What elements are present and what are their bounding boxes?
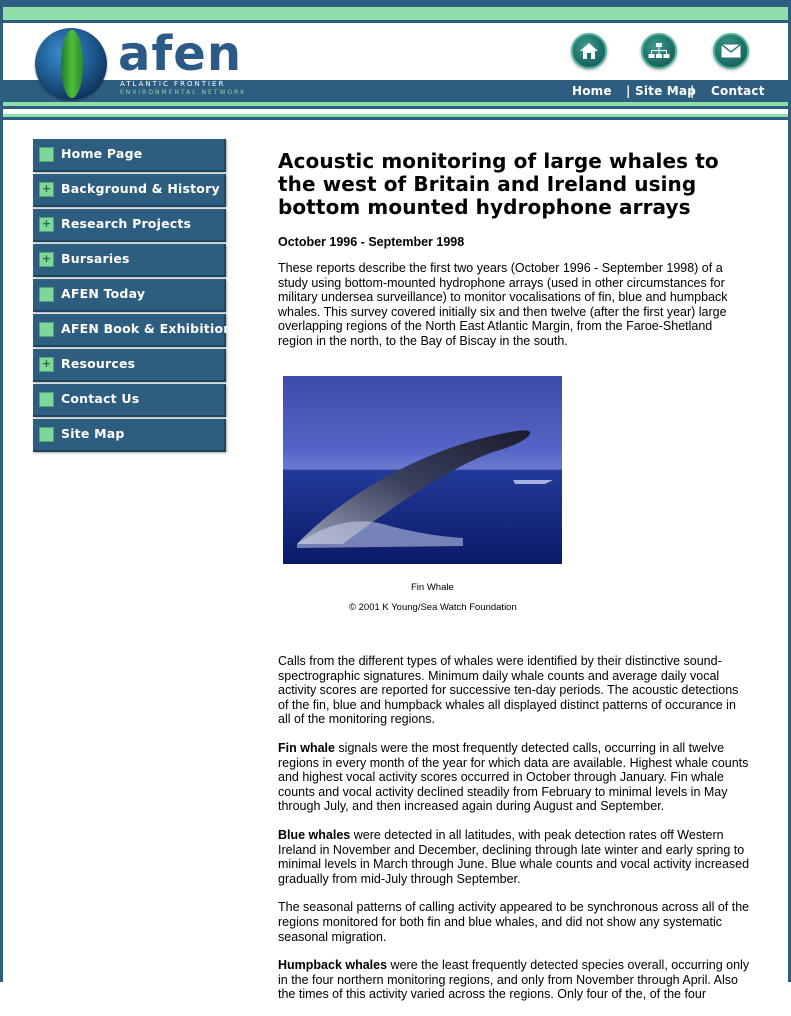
sidebar-item-afen-book-exhibition[interactable]: AFEN Book & Exhibition [33, 314, 232, 347]
nav-separator: | [690, 84, 695, 98]
expand-plus-icon: + [39, 252, 54, 267]
sidebar-item-site-map[interactable]: Site Map [33, 419, 226, 452]
green-square-icon [39, 427, 54, 442]
whale-illustration [283, 430, 562, 564]
sidebar-item-label: Site Map [61, 426, 125, 441]
fin-whale-paragraph: Fin whale signals were the most frequent… [278, 741, 750, 814]
sidebar-item-label: Home Page [61, 146, 143, 161]
fin-whale-label: Fin whale [278, 740, 335, 755]
header-green-band [0, 7, 791, 20]
sitemap-icon[interactable] [641, 33, 677, 69]
sidebar-item-label: Bursaries [61, 251, 130, 266]
sidebar-item-label: Resources [61, 356, 136, 371]
nav-home-link[interactable]: Home [572, 84, 612, 98]
main-content-body: Calls from the different types of whales… [278, 654, 750, 1016]
image-credit: © 2001 K Young/Sea Watch Foundation [349, 602, 517, 613]
logo-subtitle-line2: ENVIRONMENTAL NETWORK [120, 89, 247, 96]
expand-plus-icon: + [39, 217, 54, 232]
calls-paragraph: Calls from the different types of whales… [278, 654, 739, 727]
intro-paragraph: These reports describe the first two yea… [278, 261, 728, 348]
sidebar-item-resources[interactable]: + Resources [33, 349, 226, 382]
leaf-icon [61, 30, 83, 98]
sidebar-item-label: Background & History [61, 181, 220, 196]
logo-text[interactable]: afen [118, 30, 242, 78]
green-square-icon [39, 287, 54, 302]
sidebar-item-home-page[interactable]: Home Page [33, 139, 226, 172]
sidebar-item-research-projects[interactable]: + Research Projects [33, 209, 226, 242]
header-stripes [0, 102, 791, 120]
sidebar-item-label: AFEN Book & Exhibition [61, 321, 233, 336]
green-square-icon [39, 147, 54, 162]
sidebar-item-label: Contact Us [61, 391, 140, 406]
seasonal-paragraph: The seasonal patterns of calling activit… [278, 900, 750, 944]
green-square-icon [39, 392, 54, 407]
sidebar-nav: Home Page + Background & History + Resea… [33, 139, 232, 454]
sidebar-item-background-history[interactable]: + Background & History [33, 174, 226, 207]
home-icon[interactable] [571, 33, 607, 69]
fin-whale-photo [283, 376, 562, 564]
logo-subtitle-line1: ATLANTIC FRONTIER [120, 80, 226, 88]
nav-contact-link[interactable]: Contact [711, 84, 765, 98]
nav-sitemap-link[interactable]: Site Map [635, 84, 696, 98]
header-top-band [0, 0, 791, 7]
sidebar-item-contact-us[interactable]: Contact Us [33, 384, 226, 417]
nav-separator: | [626, 84, 631, 98]
blue-whale-label: Blue whales [278, 827, 351, 842]
fin-whale-text: signals were the most frequently detecte… [278, 740, 749, 814]
page-title: Acoustic monitoring of large whales to t… [278, 149, 719, 219]
sidebar-item-label: AFEN Today [61, 286, 146, 301]
date-range: October 1996 - September 1998 [278, 235, 465, 249]
afen-logo-icon[interactable] [35, 28, 107, 100]
blue-whale-paragraph: Blue whales were detected in all latitud… [278, 828, 750, 886]
humpback-paragraph: Humpback whales were the least frequentl… [278, 958, 750, 1002]
expand-plus-icon: + [39, 182, 54, 197]
main-content: Acoustic monitoring of large whales to t… [278, 150, 750, 363]
sidebar-item-bursaries[interactable]: + Bursaries [33, 244, 226, 277]
mail-icon[interactable] [713, 33, 749, 69]
sidebar-item-label: Research Projects [61, 216, 192, 231]
page-border-left [0, 0, 3, 982]
expand-plus-icon: + [39, 357, 54, 372]
green-square-icon [39, 322, 54, 337]
image-caption: Fin Whale [411, 582, 454, 593]
humpback-whale-label: Humpback whales [278, 958, 388, 973]
sidebar-item-afen-today[interactable]: AFEN Today [33, 279, 226, 312]
